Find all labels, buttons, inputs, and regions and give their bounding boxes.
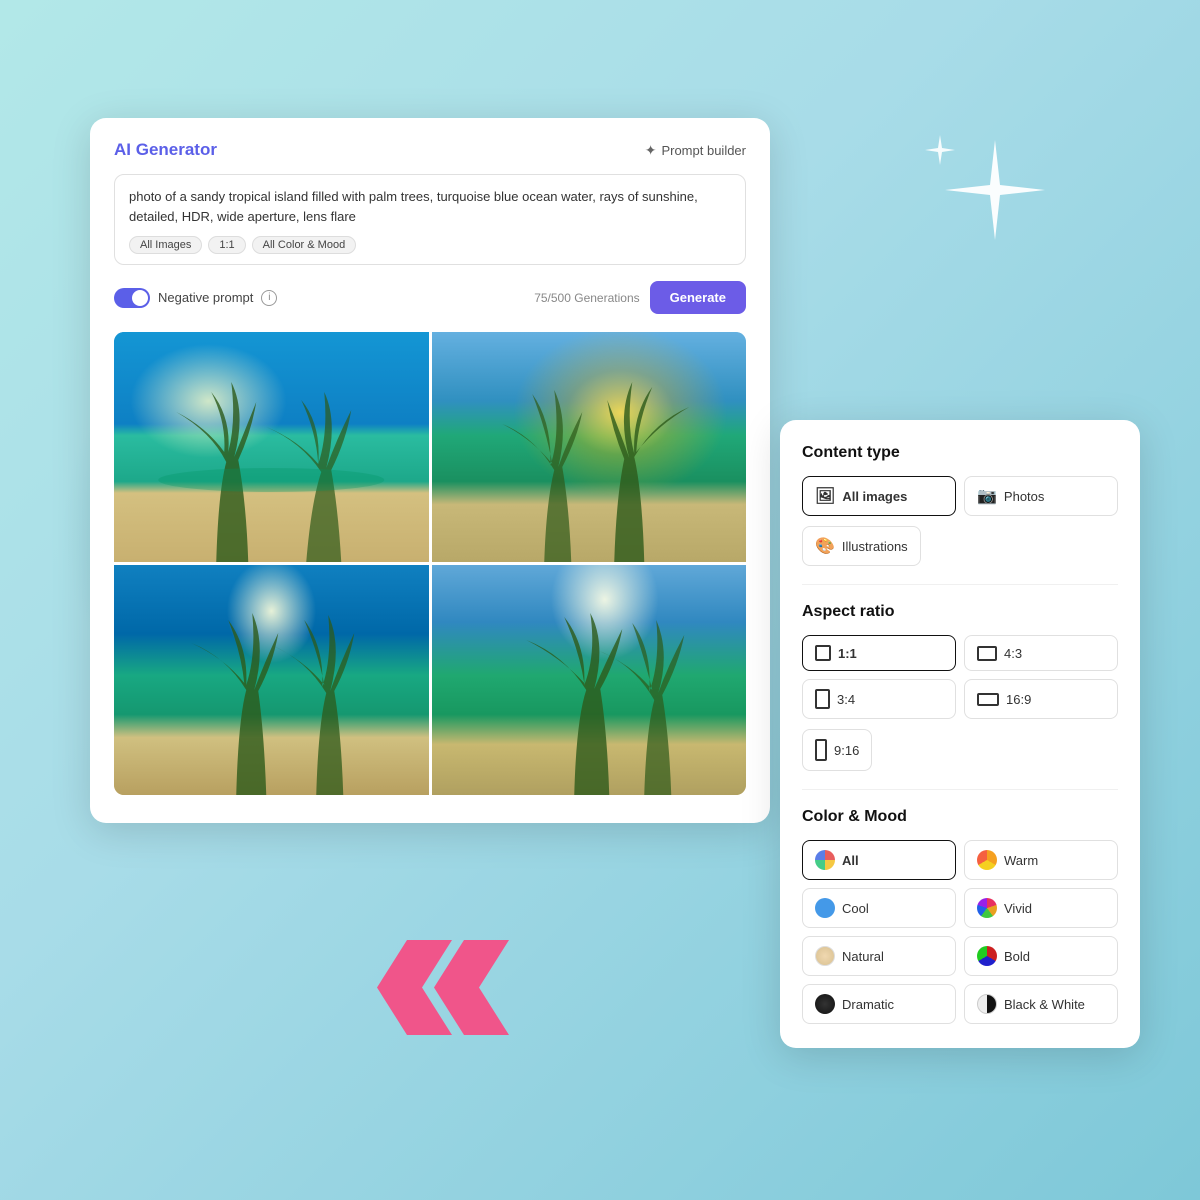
mood-bw-label: Black & White — [1004, 997, 1085, 1012]
mood-all-icon — [815, 850, 835, 870]
sparkle-icon: ✦ — [645, 142, 657, 159]
mood-all-button[interactable]: All — [802, 840, 956, 880]
chevron-decoration — [395, 940, 509, 1035]
prompt-text: photo of a sandy tropical island filled … — [129, 187, 731, 226]
ratio-9-16-icon — [815, 739, 827, 761]
ratio-3-4-icon — [815, 689, 830, 709]
mood-bw-icon — [977, 994, 997, 1014]
ai-title: AI Generator — [114, 140, 217, 160]
mood-warm-button[interactable]: Warm — [964, 840, 1118, 880]
card-header: AI Generator ✦ Prompt builder — [114, 140, 746, 160]
mood-bold-button[interactable]: Bold — [964, 936, 1118, 976]
ratio-3-4-label: 3:4 — [837, 692, 855, 707]
mood-all-label: All — [842, 853, 859, 868]
mood-bold-icon — [977, 946, 997, 966]
content-all-images-button[interactable]: 🖼 All images — [802, 476, 956, 516]
aspect-ratio-title: Aspect ratio — [802, 603, 1118, 621]
generated-image-2 — [432, 332, 747, 562]
content-illustrations-button[interactable]: 🎨 Illustrations — [802, 526, 921, 566]
content-type-grid: 🖼 All images 📷 Photos — [802, 476, 1118, 516]
mood-warm-label: Warm — [1004, 853, 1038, 868]
ratio-4-3-label: 4:3 — [1004, 646, 1022, 661]
illustrations-label: Illustrations — [842, 539, 908, 554]
aspect-1-1-button[interactable]: 1:1 — [802, 635, 956, 671]
generated-image-3 — [114, 565, 429, 795]
mood-natural-button[interactable]: Natural — [802, 936, 956, 976]
mood-natural-icon — [815, 946, 835, 966]
divider-2 — [802, 789, 1118, 790]
prompt-builder-button[interactable]: ✦ Prompt builder — [645, 142, 746, 159]
photos-label: Photos — [1004, 489, 1044, 504]
generate-button[interactable]: Generate — [650, 281, 746, 314]
content-illustrations-row: 🎨 Illustrations — [802, 526, 1118, 566]
prompt-tags: All Images 1:1 All Color & Mood — [129, 236, 731, 254]
mood-cool-button[interactable]: Cool — [802, 888, 956, 928]
mood-dramatic-label: Dramatic — [842, 997, 894, 1012]
tag-all-images[interactable]: All Images — [129, 236, 202, 254]
chevron-2 — [434, 940, 509, 1035]
info-icon[interactable]: i — [261, 290, 277, 306]
illustrations-icon: 🎨 — [815, 536, 835, 556]
aspect-9-16-row: 9:16 — [802, 729, 1118, 771]
mood-bold-label: Bold — [1004, 949, 1030, 964]
mood-bw-button[interactable]: Black & White — [964, 984, 1118, 1024]
generated-image-4 — [432, 565, 747, 795]
aspect-3-4-button[interactable]: 3:4 — [802, 679, 956, 719]
aspect-ratio-grid: 1:1 4:3 3:4 16:9 — [802, 635, 1118, 719]
content-photos-button[interactable]: 📷 Photos — [964, 476, 1118, 516]
tag-ratio[interactable]: 1:1 — [208, 236, 245, 254]
mood-cool-icon — [815, 898, 835, 918]
aspect-16-9-button[interactable]: 16:9 — [964, 679, 1118, 719]
star-decoration — [915, 130, 1045, 265]
color-mood-grid: All Warm Cool Vivid Natural Bold Dramati… — [802, 840, 1118, 1024]
ratio-1-1-label: 1:1 — [838, 646, 857, 661]
mood-cool-label: Cool — [842, 901, 869, 916]
generation-count: 75/500 Generations — [534, 291, 639, 305]
tag-color-mood[interactable]: All Color & Mood — [252, 236, 357, 254]
all-images-icon: 🖼 — [815, 486, 835, 506]
ratio-16-9-icon — [977, 693, 999, 706]
controls-row: Negative prompt i 75/500 Generations Gen… — [114, 281, 746, 314]
ratio-16-9-label: 16:9 — [1006, 692, 1031, 707]
mood-vivid-button[interactable]: Vivid — [964, 888, 1118, 928]
mood-dramatic-icon — [815, 994, 835, 1014]
content-type-title: Content type — [802, 444, 1118, 462]
prompt-builder-label: Prompt builder — [661, 143, 746, 158]
divider-1 — [802, 584, 1118, 585]
mood-natural-label: Natural — [842, 949, 884, 964]
generated-image-1 — [114, 332, 429, 562]
negative-prompt-section: Negative prompt i — [114, 288, 277, 308]
aspect-9-16-button[interactable]: 9:16 — [802, 729, 872, 771]
photos-icon: 📷 — [977, 486, 997, 506]
mood-vivid-icon — [977, 898, 997, 918]
mood-dramatic-button[interactable]: Dramatic — [802, 984, 956, 1024]
negative-prompt-label: Negative prompt — [158, 290, 253, 305]
mood-vivid-label: Vivid — [1004, 901, 1032, 916]
negative-prompt-toggle[interactable] — [114, 288, 150, 308]
prompt-box: photo of a sandy tropical island filled … — [114, 174, 746, 265]
ratio-4-3-icon — [977, 646, 997, 661]
ratio-9-16-label: 9:16 — [834, 743, 859, 758]
mood-warm-icon — [977, 850, 997, 870]
ratio-1-1-icon — [815, 645, 831, 661]
generate-controls: 75/500 Generations Generate — [534, 281, 746, 314]
ai-generator-card: AI Generator ✦ Prompt builder photo of a… — [90, 118, 770, 823]
filter-card: Content type 🖼 All images 📷 Photos 🎨 Ill… — [780, 420, 1140, 1048]
all-images-label: All images — [842, 489, 907, 504]
generated-image-grid — [114, 332, 746, 795]
color-mood-title: Color & Mood — [802, 808, 1118, 826]
aspect-4-3-button[interactable]: 4:3 — [964, 635, 1118, 671]
